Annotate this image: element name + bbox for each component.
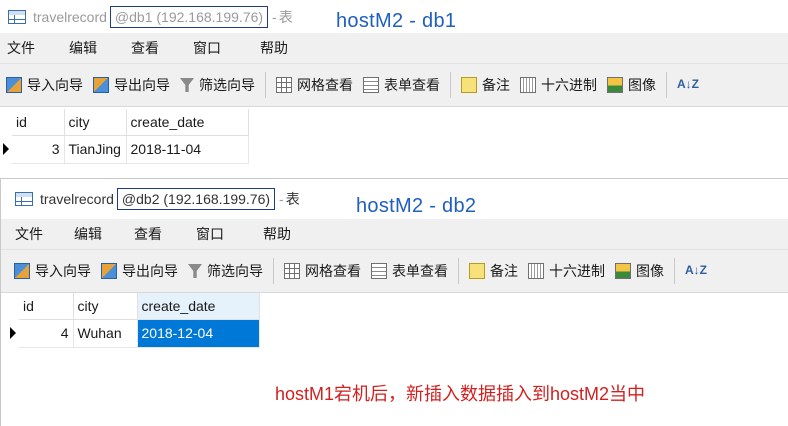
data-grid: id city create_date 3 TianJing 2018-11-0… [0, 107, 788, 172]
filter-icon [180, 78, 194, 92]
image-icon [607, 77, 623, 93]
grid-corner [0, 109, 12, 135]
table-icon [8, 9, 26, 24]
menu-edit[interactable]: 编辑 [69, 38, 97, 58]
menu-bar: 文件 编辑 查看 窗口 帮助 [1, 219, 788, 249]
cell-id[interactable]: 4 [19, 319, 74, 348]
column-header-create-date[interactable]: create_date [126, 109, 249, 136]
menu-view[interactable]: 查看 [134, 224, 162, 244]
form-view-button[interactable]: 表单查看 [363, 75, 440, 95]
sort-az-icon: A↓Z [685, 263, 707, 277]
db-highlight-box: @db1 (192.168.199.76) [109, 5, 269, 28]
form-icon [363, 77, 379, 93]
export-wizard-button[interactable]: 导出向导 [101, 261, 178, 281]
window-title-suffix: 表 [285, 191, 300, 207]
cell-id[interactable]: 3 [12, 135, 65, 164]
hex-icon [528, 263, 544, 279]
table-header-row: id city create_date [7, 293, 260, 320]
filter-wizard-button[interactable]: 筛选向导 [180, 75, 255, 95]
form-view-button[interactable]: 表单查看 [371, 261, 448, 281]
host-db-label: hostM2 - db1 [336, 10, 457, 32]
import-wizard-button[interactable]: 导入向导 [6, 75, 83, 95]
cell-city[interactable]: TianJing [64, 135, 127, 164]
window-title-db: @db2 [121, 191, 160, 207]
export-icon [101, 263, 117, 279]
filter-icon [188, 264, 202, 278]
cell-city[interactable]: Wuhan [73, 319, 138, 348]
export-icon [93, 77, 109, 93]
sort-az-button[interactable]: A↓Z [685, 263, 707, 279]
toolbar-separator [674, 258, 675, 284]
filter-wizard-button[interactable]: 筛选向导 [188, 261, 263, 281]
hex-button[interactable]: 十六进制 [528, 261, 605, 281]
column-header-id[interactable]: id [19, 293, 74, 320]
image-icon [615, 263, 631, 279]
row-indicator-icon [7, 319, 19, 347]
table-icon [15, 192, 33, 206]
import-wizard-button[interactable]: 导入向导 [14, 261, 91, 281]
title-separator: - [279, 191, 284, 207]
menu-edit[interactable]: 编辑 [74, 224, 102, 244]
import-icon [6, 77, 22, 93]
menu-window[interactable]: 窗口 [193, 38, 221, 58]
window-title-host: (192.168.199.76) [156, 8, 264, 25]
window-title-host: (192.168.199.76) [163, 191, 271, 207]
table-header-row: id city create_date [0, 109, 249, 136]
hex-icon [520, 77, 536, 93]
menu-window[interactable]: 窗口 [196, 224, 224, 244]
data-table: id city create_date 4 Wuhan 2018-12-04 [7, 293, 260, 348]
window-title-table: travelrecord [33, 8, 107, 25]
memo-button[interactable]: 备注 [461, 75, 510, 95]
memo-button[interactable]: 备注 [469, 261, 518, 281]
table-row[interactable]: 4 Wuhan 2018-12-04 [7, 319, 260, 348]
sort-az-button[interactable]: A↓Z [677, 77, 699, 93]
window-title-db: @db1 [114, 8, 153, 25]
grid-icon [284, 263, 300, 279]
menu-file[interactable]: 文件 [7, 38, 35, 58]
cell-create-date[interactable]: 2018-11-04 [126, 135, 249, 164]
toolbar-separator [265, 72, 266, 98]
menu-view[interactable]: 查看 [131, 38, 159, 58]
column-header-city[interactable]: city [73, 293, 138, 320]
cell-create-date-selected[interactable]: 2018-12-04 [137, 319, 260, 348]
toolbar-separator [458, 258, 459, 284]
title-separator: - [272, 8, 277, 25]
column-header-city[interactable]: city [64, 109, 127, 136]
image-button[interactable]: 图像 [607, 75, 656, 95]
grid-view-button[interactable]: 网格查看 [276, 75, 353, 95]
grid-icon [276, 77, 292, 93]
menu-file[interactable]: 文件 [15, 224, 43, 244]
export-wizard-button[interactable]: 导出向导 [93, 75, 170, 95]
hex-button[interactable]: 十六进制 [520, 75, 597, 95]
grid-corner [7, 293, 19, 319]
toolbar-separator [273, 258, 274, 284]
db-highlight-box: @db2 (192.168.199.76) [116, 188, 276, 210]
toolbar: 导入向导 导出向导 筛选向导 网格查看 表单查看 备注 十六进制 图像 A↓Z [1, 249, 788, 293]
toolbar: 导入向导 导出向导 筛选向导 网格查看 表单查看 备注 十六进制 图像 A↓Z [0, 63, 788, 107]
data-grid: id city create_date 4 Wuhan 2018-12-04 [1, 293, 788, 426]
grid-view-button[interactable]: 网格查看 [284, 261, 361, 281]
window-title-table: travelrecord [40, 191, 114, 207]
note-icon [461, 77, 477, 93]
menu-bar: 文件 编辑 查看 窗口 帮助 [0, 33, 788, 63]
toolbar-separator [666, 72, 667, 98]
annotation-note: hostM1宕机后，新插入数据插入到hostM2当中 [275, 384, 646, 404]
sort-az-icon: A↓Z [677, 77, 699, 91]
row-indicator-icon [0, 135, 12, 163]
menu-help[interactable]: 帮助 [260, 38, 288, 58]
import-icon [14, 263, 30, 279]
column-header-id[interactable]: id [12, 109, 65, 136]
column-header-create-date[interactable]: create_date [137, 293, 260, 320]
form-icon [371, 263, 387, 279]
menu-help[interactable]: 帮助 [263, 224, 291, 244]
image-button[interactable]: 图像 [615, 261, 664, 281]
toolbar-separator [450, 72, 451, 98]
table-row[interactable]: 3 TianJing 2018-11-04 [0, 135, 249, 164]
data-table: id city create_date 3 TianJing 2018-11-0… [0, 109, 249, 164]
window-title-suffix: 表 [278, 8, 293, 25]
host-db-label: hostM2 - db2 [356, 195, 477, 217]
note-icon [469, 263, 485, 279]
table-window-db1: travelrecord @db1 (192.168.199.76) - 表 h… [0, 0, 788, 172]
